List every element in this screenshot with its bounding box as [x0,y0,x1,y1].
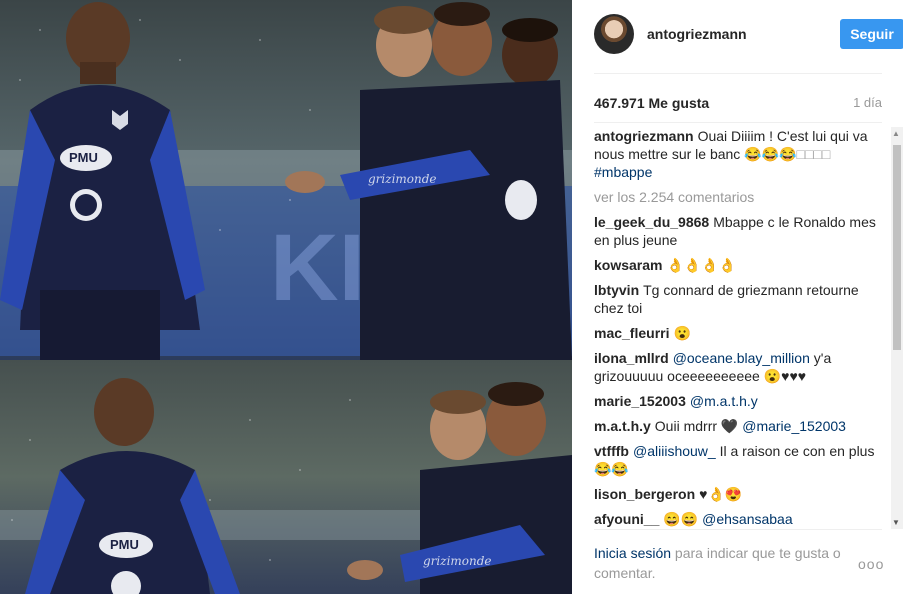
comment-text: 👌👌👌👌 [666,257,737,273]
divider [594,529,882,530]
post-header: antogriezmann Seguir [594,14,903,54]
comment-item: m.a.t.h.y Ouii mdrrr 🖤 @marie_152003 [594,417,876,435]
comments-list: antogriezmann Ouai Diiiim ! C'est lui qui… [594,127,876,529]
comment-text: 😄😄 [663,511,703,527]
comment-username[interactable]: vtfffb [594,443,629,459]
login-link[interactable]: Inicia sesión [594,545,671,561]
comment-item: kowsaram 👌👌👌👌 [594,256,876,274]
comments-scrollbar[interactable]: ▲ ▼ [891,127,903,529]
username[interactable]: antogriezmann [647,26,747,42]
mention-link[interactable]: @oceane.blay_million [673,350,810,366]
comment-item: ilona_mllrd @oceane.blay_million y'a griz… [594,349,876,385]
comment-item: afyouni__ 😄😄 @ehsansabaa [594,510,876,528]
comment-username[interactable]: lbtyvin [594,282,639,298]
comment-username[interactable]: kowsaram [594,257,662,273]
likes-count[interactable]: 467.971 Me gusta [594,95,709,111]
caption-missing-glyphs: □□□□ [796,146,831,162]
hashtag-link[interactable]: #mbappe [594,164,652,180]
sponsor-logo-top: PMU [69,150,98,165]
watermark-top: grizimonde [368,172,437,186]
mention-link[interactable]: @ehsansabaa [702,511,793,527]
svg-text:KI: KI [270,215,365,321]
comment-username[interactable]: le_geek_du_9868 [594,214,709,230]
login-prompt: Inicia sesión para indicar que te gusta … [594,543,854,583]
comment-username[interactable]: marie_152003 [594,393,686,409]
comment-item: lbtyvin Tg connard de griezmann retourne … [594,281,876,317]
mention-link[interactable]: @m.a.t.h.y [690,393,758,409]
comment-text: ♥👌😍 [699,486,743,502]
arrow-down-icon[interactable]: ▼ [892,518,900,527]
divider [594,73,882,74]
comment-username[interactable]: lison_bergeron [594,486,695,502]
arrow-up-icon[interactable]: ▲ [892,129,900,138]
divider [594,122,882,123]
caption-username[interactable]: antogriezmann [594,128,694,144]
comment-text: 😮 [673,325,691,341]
scrollbar-thumb[interactable] [893,145,901,350]
mention-link[interactable]: @aliiishouw_ [633,443,716,459]
post-photo[interactable]: KI grizimonde PMU grizimonde PMU [0,0,572,594]
watermark-bottom: grizimonde [423,554,492,568]
comment-item: mac_fleurri 😮 [594,324,876,342]
comment-text: Ouii mdrrr 🖤 [654,418,743,434]
comment-username[interactable]: ilona_mllrd [594,350,669,366]
photo-top-panel: KI grizimonde PMU [0,0,572,360]
caption: antogriezmann Ouai Diiiim ! C'est lui qui… [594,127,876,181]
more-options-icon[interactable]: ooo [858,556,884,572]
comment-item: marie_152003 @m.a.t.h.y [594,392,876,410]
mention-link[interactable]: @marie_152003 [742,418,846,434]
comment-username[interactable]: mac_fleurri [594,325,669,341]
comment-item: lison_bergeron ♥👌😍 [594,485,876,503]
avatar[interactable] [594,14,634,54]
follow-button[interactable]: Seguir [840,19,903,49]
photo-bottom-panel: grizimonde PMU [0,360,572,594]
comment-item: le_geek_du_9868 Mbappe c le Ronaldo mes e… [594,213,876,249]
photo-collage: KI grizimonde PMU grizimonde PMU [0,0,572,594]
comment-username[interactable]: afyouni__ [594,511,659,527]
comment-item: vtfffb @aliiishouw_ Il a raison ce con en… [594,442,876,478]
sponsor-logo-bottom: PMU [110,537,139,552]
post-time[interactable]: 1 día [853,95,882,110]
comment-username[interactable]: m.a.t.h.y [594,418,651,434]
view-all-comments-link[interactable]: ver los 2.254 comentarios [594,188,876,206]
